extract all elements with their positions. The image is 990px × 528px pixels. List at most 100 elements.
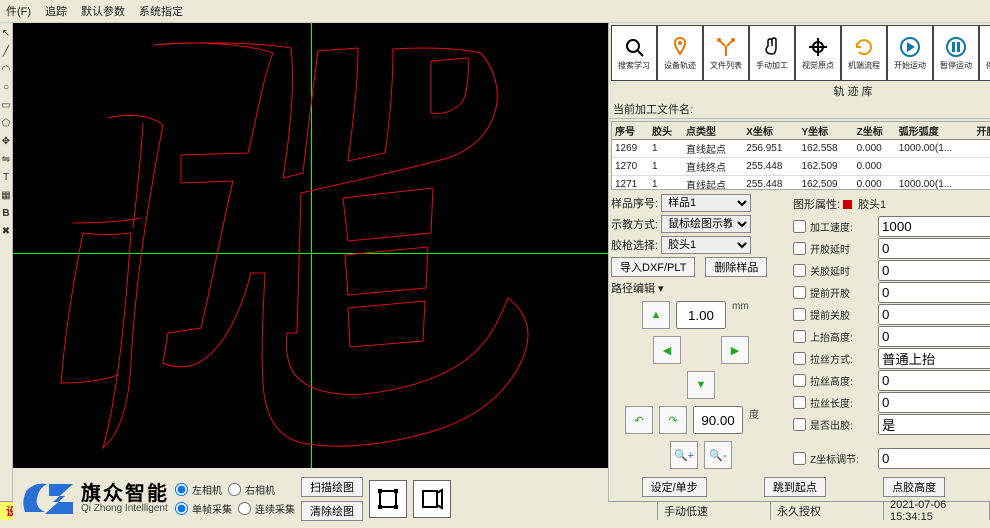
table-header[interactable]: 开胶延时 <box>973 122 990 140</box>
param-input-2[interactable] <box>878 260 990 281</box>
menu-file[interactable]: 件(F) <box>6 3 31 19</box>
tool-mirror[interactable]: ⇋ <box>0 153 12 165</box>
license-status: 永久授权 <box>771 502 884 520</box>
param-label: 开胶延时 <box>810 241 870 256</box>
jump-to-origin-button[interactable]: 跳到起点 <box>764 477 826 497</box>
zoom-in-button[interactable]: 🔍+ <box>670 441 698 469</box>
toolbar-file-list[interactable]: 文件列表 <box>703 25 749 81</box>
tool-pointer[interactable]: ↖ <box>0 27 12 39</box>
table-header[interactable]: 点类型 <box>683 122 743 140</box>
rotate-ccw-button[interactable]: ↶ <box>625 406 653 434</box>
param-input-3[interactable] <box>878 282 990 303</box>
z-adjust-label: Z坐标调节: <box>810 451 859 466</box>
radio-left-camera[interactable]: 左相机 <box>175 482 222 497</box>
menu-sys[interactable]: 系统指定 <box>139 3 183 19</box>
right-panel: 搜索学习设备轨迹文件列表手动加工视觉原点机端流程开始运动暂停运动停止运动 轨 迹… <box>608 23 990 501</box>
table-header[interactable]: X坐标 <box>743 122 798 140</box>
toolbar-set-track[interactable]: 设备轨迹 <box>657 25 703 81</box>
toolbar-search[interactable]: 搜索学习 <box>611 25 657 81</box>
tool-rect[interactable]: ▭ <box>0 99 12 111</box>
glue-height-button[interactable]: 点胶高度 <box>883 477 945 497</box>
run-icon[interactable] <box>413 480 451 518</box>
param-check-3[interactable] <box>793 286 806 299</box>
param-input-1[interactable] <box>878 238 990 259</box>
param-check-6[interactable] <box>793 352 806 365</box>
tool-move[interactable]: ✥ <box>0 135 12 147</box>
design-canvas[interactable] <box>13 23 608 468</box>
tool-bold[interactable]: B <box>0 207 12 219</box>
teach-mode-label: 示教方式: <box>611 216 658 232</box>
radio-single-capture[interactable]: 单帧采集 <box>175 501 232 516</box>
logo-text-en: Qi Zhong Intelligent <box>81 504 169 514</box>
menu-track[interactable]: 追踪 <box>45 3 67 19</box>
bottom-actions: 设定/单步 跳到起点 点胶高度 保存文件 <box>609 473 990 501</box>
param-check-4[interactable] <box>793 308 806 321</box>
tool-fill[interactable]: ▦ <box>0 189 12 201</box>
param-input-9[interactable] <box>878 414 990 435</box>
delete-sample-button[interactable]: 删除样品 <box>705 257 767 277</box>
param-check-1[interactable] <box>793 242 806 255</box>
z-adjust-input[interactable] <box>878 448 990 469</box>
track-table[interactable]: 序号胶头点类型X坐标Y坐标Z坐标弧形弧度开胶延时上抬高…12691直线起点256… <box>611 121 990 190</box>
param-input-8[interactable] <box>878 392 990 413</box>
tool-text[interactable]: T <box>0 171 12 183</box>
table-header[interactable]: 胶头 <box>649 122 683 140</box>
tool-vertical-bar: ↖ ╱ ◠ ○ ▭ ⬠ ✥ ⇋ T ▦ B ✖ <box>0 23 13 501</box>
tool-line[interactable]: ╱ <box>0 45 12 57</box>
radio-continuous-capture[interactable]: 连续采集 <box>238 501 295 516</box>
toolbar-pause[interactable]: 暂停运动 <box>933 25 979 81</box>
glue-select[interactable]: 胶头1 <box>661 236 751 254</box>
param-input-5[interactable] <box>878 326 990 347</box>
step-input[interactable] <box>676 301 726 329</box>
radio-right-camera[interactable]: 右相机 <box>228 482 275 497</box>
param-input-4[interactable] <box>878 304 990 325</box>
toolbar-manual[interactable]: 手动加工 <box>749 25 795 81</box>
clear-draw-button[interactable]: 清除绘图 <box>301 501 363 521</box>
z-adjust-check[interactable] <box>793 452 806 465</box>
tool-circle[interactable]: ○ <box>0 81 12 93</box>
arrow-up-button[interactable]: ▲ <box>642 301 670 329</box>
table-row[interactable]: 12701直线终点255.448162.5090.0000.00 <box>612 158 990 176</box>
tool-poly[interactable]: ⬠ <box>0 117 12 129</box>
red-square-icon <box>843 200 852 209</box>
arrow-down-button[interactable]: ▼ <box>687 371 715 399</box>
sample-no-select[interactable]: 样品1 <box>661 194 751 212</box>
rotate-cw-button[interactable]: ↷ <box>659 406 687 434</box>
manual-speed-status: 手动低速 <box>658 502 771 520</box>
set-single-step-button[interactable]: 设定/单步 <box>642 477 707 497</box>
toolbar-start[interactable]: 开始运动 <box>887 25 933 81</box>
frame-select-icon[interactable] <box>369 480 407 518</box>
scan-draw-button[interactable]: 扫描绘图 <box>301 477 363 497</box>
chevron-down-icon[interactable]: ▾ <box>658 282 664 295</box>
tool-delete[interactable]: ✖ <box>0 225 12 237</box>
teach-mode-select[interactable]: 鼠标绘图示教 <box>661 215 751 233</box>
param-input-6[interactable] <box>878 348 990 369</box>
import-dxf-button[interactable]: 导入DXF/PLT <box>611 257 695 277</box>
datetime-status: 2021-07-06 15:34:15 <box>884 502 990 520</box>
angle-input[interactable] <box>693 406 743 434</box>
toolbar-machine-pos[interactable]: 机端流程 <box>841 25 887 81</box>
param-label: 拉丝长度: <box>810 395 870 410</box>
table-header[interactable]: 序号 <box>612 122 649 140</box>
param-check-5[interactable] <box>793 330 806 343</box>
menu-default[interactable]: 默认参数 <box>81 3 125 19</box>
zoom-out-button[interactable]: 🔍- <box>704 441 732 469</box>
param-check-7[interactable] <box>793 374 806 387</box>
tool-arc[interactable]: ◠ <box>0 63 12 75</box>
toolbar-origin[interactable]: 视觉原点 <box>795 25 841 81</box>
brand-logo: 旗众智能 Qi Zhong Intelligent <box>19 480 169 518</box>
table-row[interactable]: 12711直线起点255.448162.5090.0001000.00(1... <box>612 176 990 191</box>
table-header[interactable]: Z坐标 <box>854 122 896 140</box>
param-input-0[interactable] <box>878 216 990 237</box>
arrow-left-button[interactable]: ◀ <box>653 336 681 364</box>
param-check-9[interactable] <box>793 418 806 431</box>
param-input-7[interactable] <box>878 370 990 391</box>
toolbar-stop[interactable]: 停止运动 <box>979 25 990 81</box>
arrow-right-button[interactable]: ▶ <box>721 336 749 364</box>
param-check-2[interactable] <box>793 264 806 277</box>
table-row[interactable]: 12691直线起点256.951162.5580.0001000.00(1...… <box>612 140 990 158</box>
table-header[interactable]: 弧形弧度 <box>896 122 974 140</box>
table-header[interactable]: Y坐标 <box>798 122 853 140</box>
param-check-0[interactable] <box>793 220 806 233</box>
param-check-8[interactable] <box>793 396 806 409</box>
